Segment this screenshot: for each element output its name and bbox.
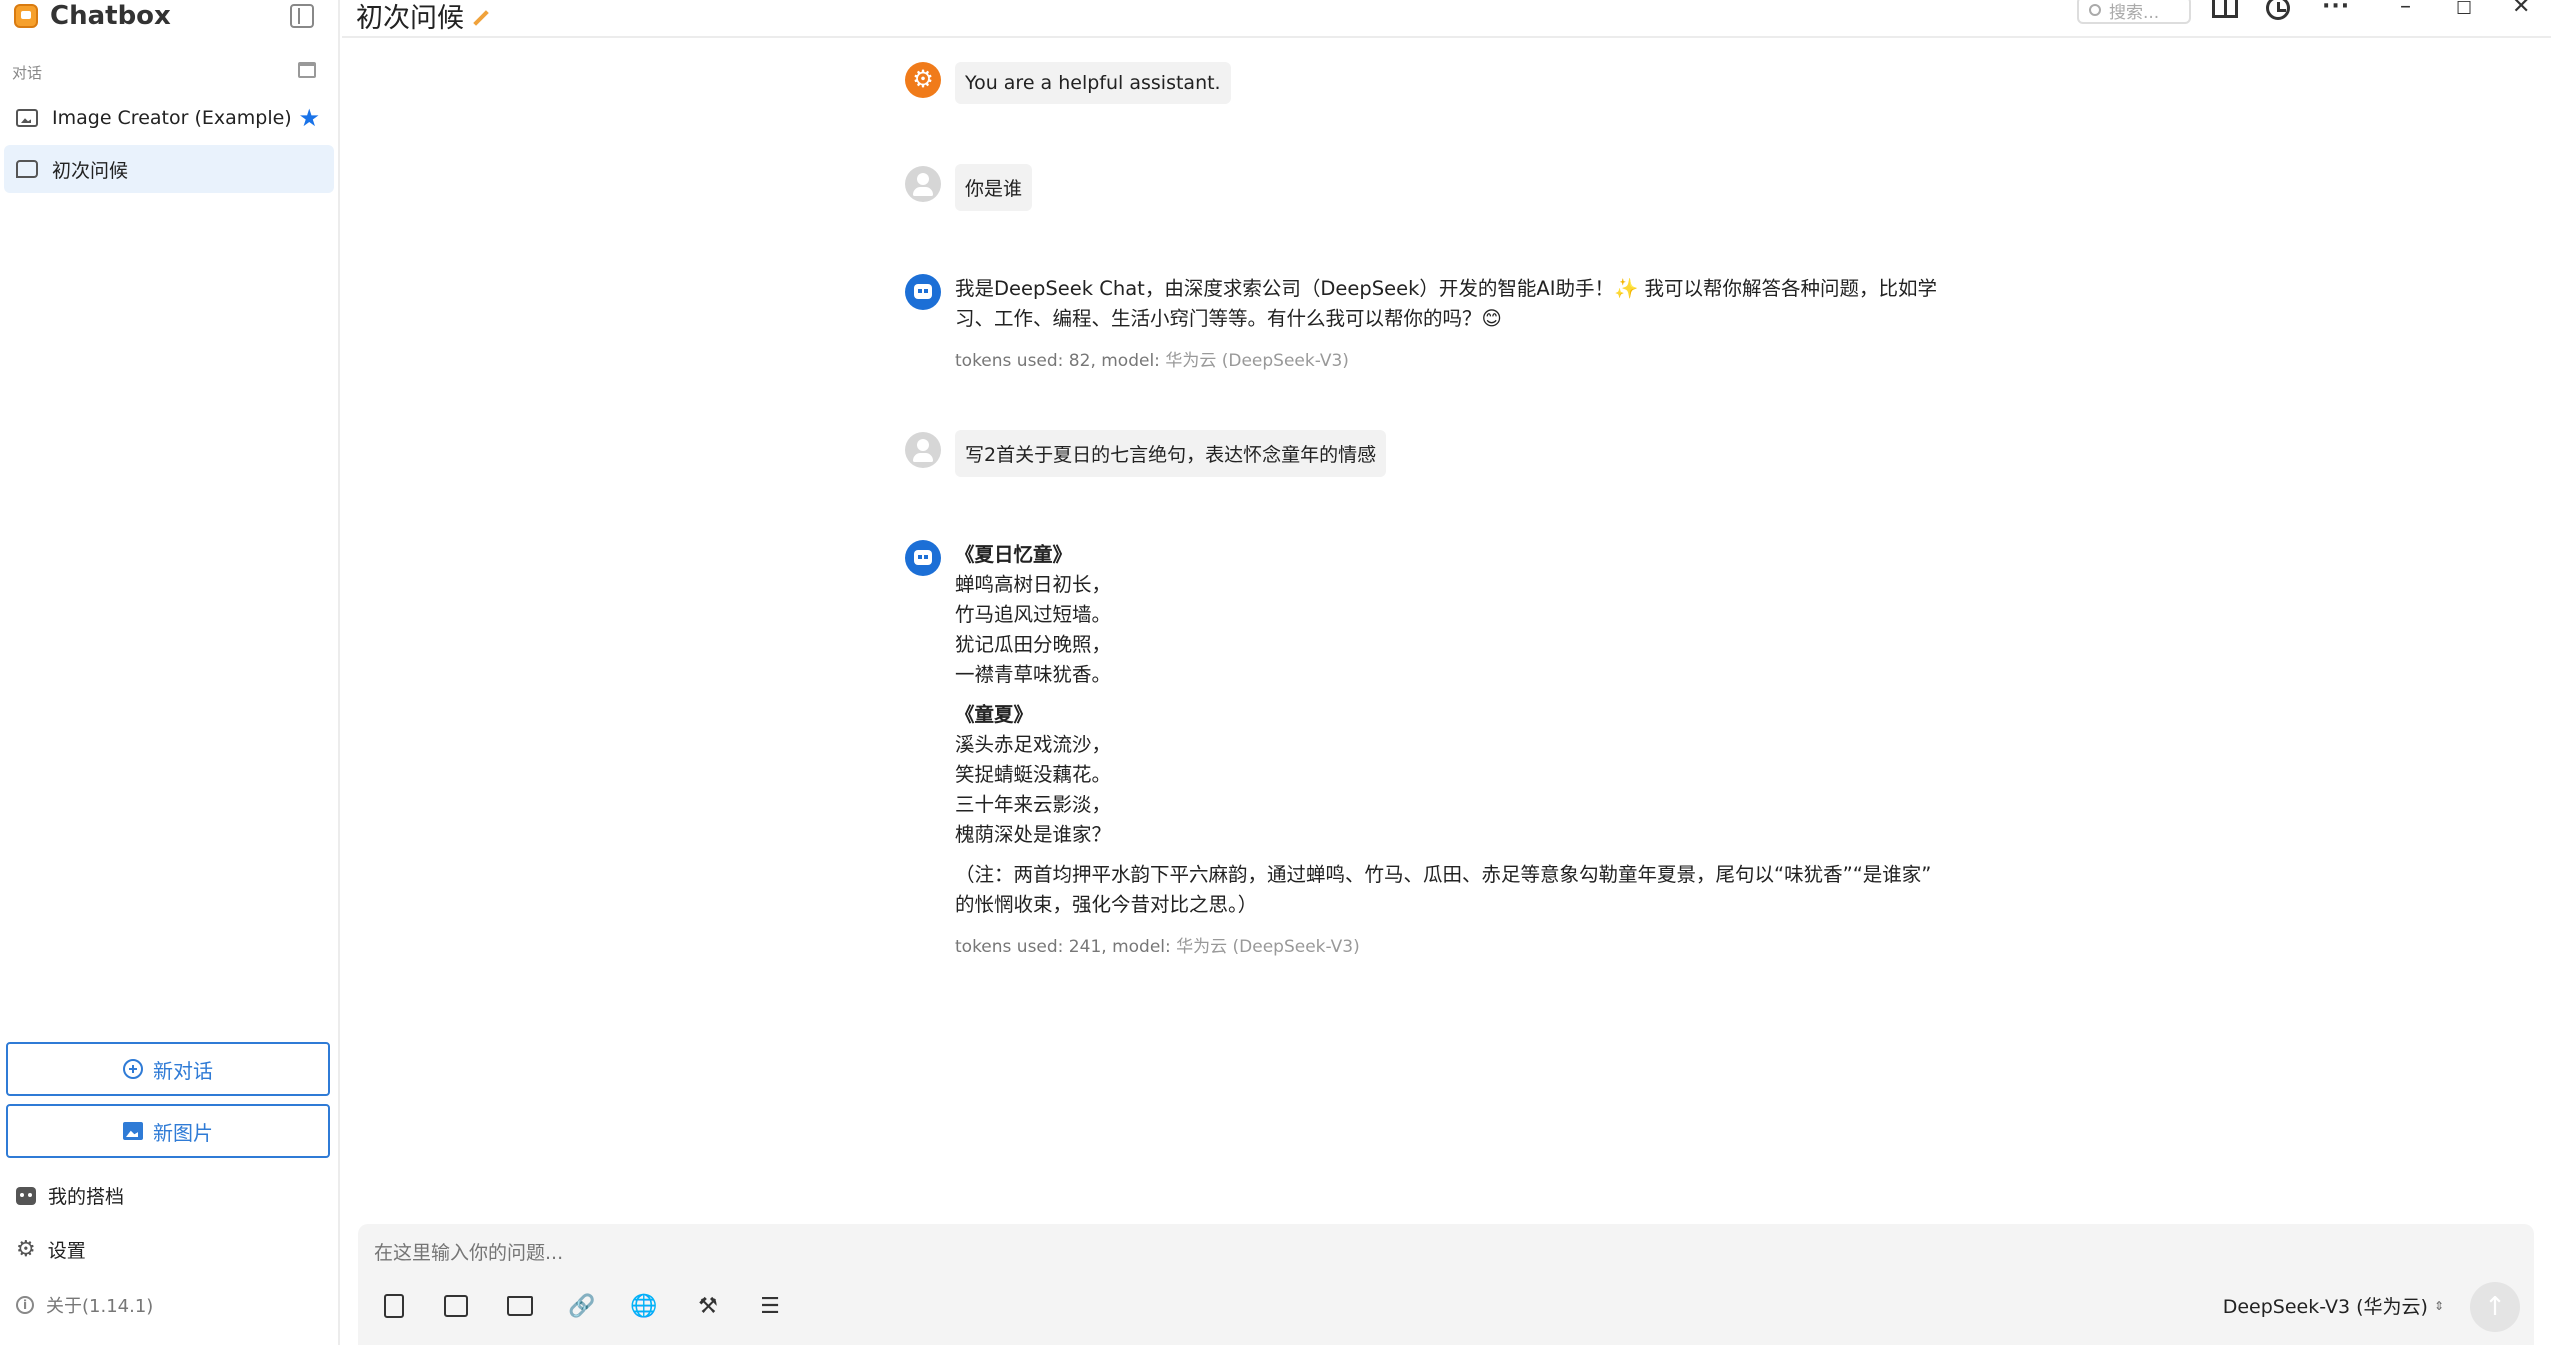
assistant-message-line: 我是DeepSeek Chat，由深度求索公司（DeepSeek）开发的智能AI…	[955, 277, 1937, 300]
user-message: 你是谁	[955, 164, 1033, 211]
user-message: 写2首关于夏日的七言绝句，表达怀念童年的情感	[955, 430, 1387, 477]
poem-line: 蝉鸣高树日初长，	[955, 573, 1112, 596]
poem-line: 三十年来云影淡，	[955, 793, 1112, 816]
poem-title: 《童夏》	[955, 703, 1034, 726]
search-icon	[2089, 4, 2101, 16]
attach-file-button[interactable]	[380, 1292, 408, 1320]
poem-note: （注：两首均押平水韵下平六麻韵，通过蝉鸣、竹马、瓜田、赤足等意象勾勒童年夏景，尾…	[955, 860, 1965, 920]
assistant-message: 我是DeepSeek Chat，由深度求索公司（DeepSeek）开发的智能AI…	[955, 274, 1955, 334]
more-options-icon[interactable]: ···	[2322, 0, 2350, 19]
globe-icon: 🌐	[630, 1293, 658, 1319]
poem-line: 竹马追风过短墙。	[955, 603, 1112, 626]
web-search-button[interactable]: 🌐	[630, 1292, 658, 1320]
message-meta: tokens used: 82, model: 华为云 (DeepSeek-V3…	[955, 346, 1349, 371]
composer: 🔗 🌐 ⚒ ☰ DeepSeek-V3 (华为云) ⇕ ↑	[358, 1224, 2534, 1345]
arrow-up-icon: ↑	[2484, 1292, 2506, 1322]
user-avatar	[905, 432, 941, 468]
plus-circle-icon	[123, 1059, 143, 1079]
sliders-icon: ☰	[760, 1293, 780, 1319]
info-icon: i	[16, 1296, 34, 1314]
robot-icon	[16, 1186, 36, 1205]
close-window-icon[interactable]: ✕	[2512, 0, 2530, 19]
my-partners-label: 我的搭档	[48, 1186, 125, 1208]
system-message: You are a helpful assistant.	[955, 62, 1231, 104]
user-avatar	[905, 166, 941, 202]
message-meta: tokens used: 241, model: 华为云 (DeepSeek-V…	[955, 932, 1360, 957]
conversation-title: 初次问候	[356, 3, 464, 34]
app-name: Chatbox	[50, 1, 171, 31]
settings-sliders-button[interactable]: ☰	[756, 1292, 784, 1320]
chat-bubble-icon	[16, 160, 38, 178]
chatbox-logo-icon	[14, 4, 38, 28]
attach-image-button[interactable]	[442, 1292, 470, 1320]
star-icon[interactable]: ★	[298, 104, 320, 132]
about-link[interactable]: i 关于(1.14.1)	[16, 1292, 153, 1318]
attach-link-button[interactable]: 🔗	[568, 1292, 596, 1320]
new-image-label: 新图片	[153, 1120, 213, 1145]
message-input[interactable]	[374, 1242, 2174, 1264]
maximize-window-icon[interactable]: ☐	[2456, 0, 2472, 19]
assistant-message: 《夏日忆童》 蝉鸣高树日初长， 竹马追风过短墙。 犹记瓜田分晚照， 一襟青草味犹…	[955, 540, 1965, 920]
poem-note-line: 的怅惘收束，强化今昔对比之思。）	[955, 893, 1258, 916]
settings-link[interactable]: ⚙ 设置	[16, 1236, 86, 1263]
link-icon: 🔗	[568, 1293, 596, 1319]
folder-icon	[507, 1296, 533, 1316]
model-selector[interactable]: DeepSeek-V3 (华为云) ⇕	[2223, 1292, 2444, 1319]
model-selector-label: DeepSeek-V3 (华为云)	[2222, 1296, 2428, 1318]
poem-block: 《夏日忆童》 蝉鸣高树日初长， 竹马追风过短墙。 犹记瓜田分晚照， 一襟青草味犹…	[955, 540, 1965, 690]
file-icon	[384, 1294, 404, 1318]
image-icon	[444, 1295, 468, 1317]
poem-line: 槐荫深处是谁家？	[955, 823, 1112, 846]
image-icon	[16, 109, 38, 127]
model-name: 华为云 (DeepSeek-V3)	[1165, 351, 1349, 371]
archive-icon[interactable]	[298, 62, 316, 78]
conversation-label: 初次问候	[52, 159, 129, 182]
topbar: 初次问候 搜索... ··· – ☐ ✕	[342, 0, 2551, 38]
conversation-item-image-creator[interactable]: Image Creator (Example) ★	[4, 94, 334, 142]
new-chat-button[interactable]: 新对话	[6, 1042, 330, 1096]
page-title: 初次问候	[356, 0, 490, 35]
about-label: 关于(1.14.1)	[46, 1296, 154, 1317]
poem-title: 《夏日忆童》	[955, 543, 1073, 566]
book-icon[interactable]	[2212, 0, 2238, 18]
hammer-icon: ⚒	[698, 1293, 718, 1319]
poem-line: 笑捉蜻蜓没藕花。	[955, 763, 1112, 786]
new-image-button[interactable]: 新图片	[6, 1104, 330, 1158]
search-placeholder: 搜索...	[2109, 2, 2160, 23]
system-avatar	[905, 62, 941, 98]
gear-icon: ⚙	[16, 1236, 36, 1262]
poem-note-line: （注：两首均押平水韵下平六麻韵，通过蝉鸣、竹马、瓜田、赤足等意象勾勒童年夏景，尾…	[955, 863, 1932, 886]
chevron-updown-icon: ⇕	[2433, 1298, 2444, 1313]
brand: Chatbox	[14, 0, 171, 32]
new-chat-label: 新对话	[153, 1058, 213, 1083]
conversation-label: Image Creator (Example)	[52, 107, 292, 129]
edit-pencil-icon[interactable]	[473, 9, 489, 26]
assistant-avatar	[905, 274, 941, 310]
attach-folder-button[interactable]	[506, 1292, 534, 1320]
add-image-icon	[123, 1122, 143, 1140]
collapse-sidebar-icon[interactable]	[290, 4, 314, 28]
tools-button[interactable]: ⚒	[694, 1292, 722, 1320]
tokens-used: tokens used: 241, model:	[955, 937, 1177, 957]
poem-block: 《童夏》 溪头赤足戏流沙， 笑捉蜻蜓没藕花。 三十年来云影淡， 槐荫深处是谁家？	[955, 700, 1965, 850]
sidebar: Chatbox 对话 Image Creator (Example) ★ 初次问…	[0, 0, 340, 1345]
history-icon[interactable]	[2266, 0, 2290, 20]
tokens-used: tokens used: 82, model:	[955, 351, 1166, 371]
minimize-window-icon[interactable]: –	[2400, 0, 2411, 19]
send-button[interactable]: ↑	[2470, 1282, 2520, 1332]
poem-line: 溪头赤足戏流沙，	[955, 733, 1112, 756]
conversation-item-greeting[interactable]: 初次问候	[4, 145, 334, 193]
model-name: 华为云 (DeepSeek-V3)	[1176, 937, 1360, 957]
conversations-section-label: 对话	[12, 64, 43, 82]
poem-line: 犹记瓜田分晚照，	[955, 633, 1112, 656]
my-partners-link[interactable]: 我的搭档	[16, 1182, 124, 1209]
settings-label: 设置	[47, 1240, 86, 1262]
assistant-message-line: 习、工作、编程、生活小窍门等等。有什么我可以帮你的吗？😊	[955, 307, 1502, 330]
poem-line: 一襟青草味犹香。	[955, 663, 1112, 686]
assistant-avatar	[905, 540, 941, 576]
search-input[interactable]: 搜索...	[2077, 0, 2191, 24]
